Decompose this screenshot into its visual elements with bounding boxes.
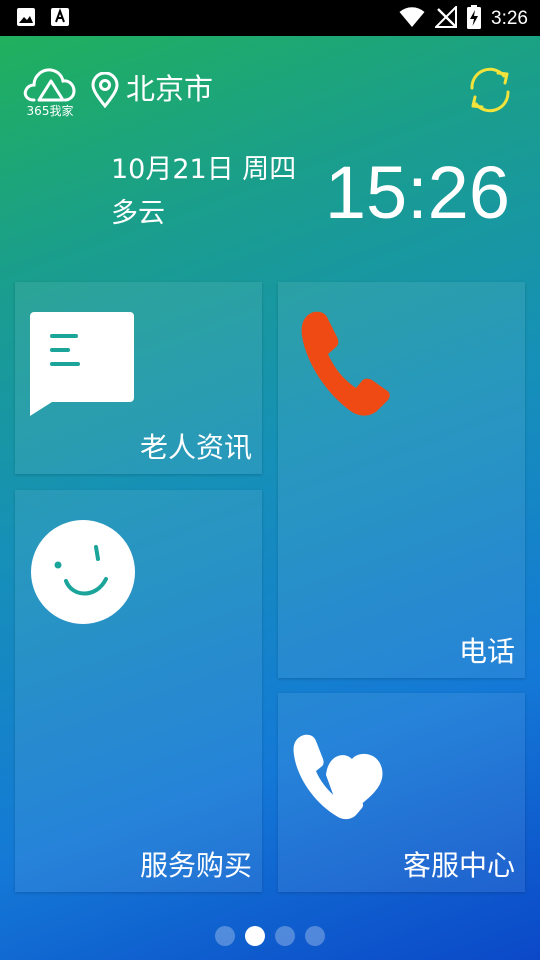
app-logo: 365我家: [22, 64, 78, 120]
wifi-icon: [399, 6, 425, 32]
tile-label: 客服中心: [402, 849, 515, 882]
city-name[interactable]: 北京市: [126, 71, 213, 107]
tile-label: 电话: [458, 635, 515, 668]
tile-elderly-news[interactable]: 老人资讯: [15, 282, 262, 474]
tile-service-purchase[interactable]: 服务购买: [15, 490, 262, 892]
home-screen: 3:26 365我家 北京市 10月21日 周四 多云 15:26 老人资讯 电…: [0, 0, 540, 960]
logo-text: 365我家: [26, 104, 74, 118]
status-bar: 3:26: [0, 0, 540, 36]
page-dot[interactable]: [275, 926, 295, 946]
battery-charging-icon: [467, 5, 482, 33]
tile-label: 老人资讯: [139, 431, 252, 464]
clock-time: 15:26: [324, 151, 510, 234]
page-dot[interactable]: [215, 926, 235, 946]
smile-icon: [30, 519, 136, 629]
no-signal-icon: [433, 4, 458, 32]
phone-icon: [300, 310, 392, 422]
page-dot[interactable]: [305, 926, 325, 946]
tile-phone[interactable]: 电话: [278, 282, 525, 678]
date-text: 10月21日 周四: [111, 154, 297, 185]
phone-heart-icon: [292, 733, 402, 825]
tile-label: 服务购买: [139, 849, 252, 882]
weather-text: 多云: [111, 198, 165, 229]
page-indicator: [0, 926, 540, 948]
refresh-icon[interactable]: [464, 64, 516, 116]
page-dot-active[interactable]: [245, 926, 265, 946]
tile-customer-service[interactable]: 客服中心: [278, 693, 525, 892]
location-pin-icon: [90, 71, 120, 112]
font-icon: [50, 7, 70, 31]
image-icon: [16, 7, 36, 31]
message-icon: [30, 312, 136, 422]
status-time: 3:26: [491, 8, 528, 29]
